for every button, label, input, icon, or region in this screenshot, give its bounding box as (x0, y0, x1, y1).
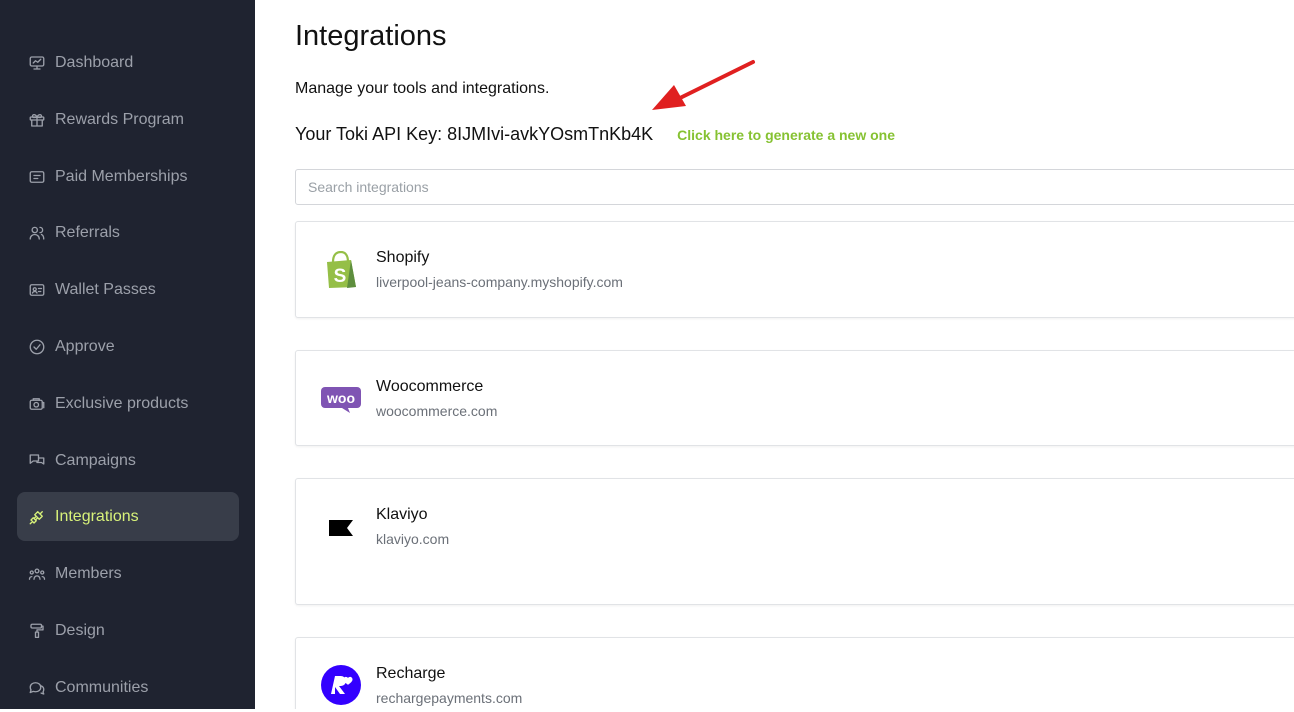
integration-card-woocommerce[interactable]: woo Woocommerce woocommerce.com (295, 350, 1294, 446)
sidebar-item-rewards-program[interactable]: Rewards Program (17, 95, 239, 144)
integration-name: Woocommerce (376, 378, 484, 395)
integration-name: Klaviyo (376, 506, 428, 523)
sidebar-item-campaigns[interactable]: Campaigns (17, 436, 239, 485)
camera-icon (28, 395, 46, 413)
integration-name: Shopify (376, 249, 430, 266)
sidebar-item-label: Members (55, 564, 122, 582)
search-input[interactable] (295, 169, 1294, 205)
api-key-row: Your Toki API Key: 8IJMIvi-avkYOsmTnKb4K… (295, 124, 895, 145)
integration-card-recharge[interactable]: Recharge rechargepayments.com (295, 637, 1294, 709)
sidebar-item-label: Approve (55, 337, 115, 355)
integration-domain: rechargepayments.com (376, 690, 523, 706)
page-subtitle: Manage your tools and integrations. (295, 80, 550, 97)
woocommerce-logo: woo (320, 379, 362, 421)
sidebar: Dashboard Rewards Program Paid Membershi… (0, 0, 255, 709)
id-card-icon (28, 281, 46, 299)
main-content: Integrations Manage your tools and integ… (255, 0, 1294, 709)
page-title: Integrations (295, 20, 447, 52)
sidebar-item-members[interactable]: Members (17, 549, 239, 598)
chats-icon (28, 679, 46, 697)
sidebar-item-paid-memberships[interactable]: Paid Memberships (17, 152, 239, 201)
sidebar-item-dashboard[interactable]: Dashboard (17, 38, 239, 87)
sidebar-item-wallet-passes[interactable]: Wallet Passes (17, 265, 239, 314)
integration-card-shopify[interactable]: S Shopify liverpool-jeans-company.myshop… (295, 221, 1294, 318)
sidebar-item-design[interactable]: Design (17, 606, 239, 655)
sidebar-item-label: Rewards Program (55, 110, 184, 128)
plug-icon (28, 508, 46, 526)
svg-text:woo: woo (326, 390, 355, 406)
gift-icon (28, 111, 46, 129)
sidebar-item-label: Communities (55, 678, 149, 696)
integration-domain: klaviyo.com (376, 531, 450, 547)
recharge-logo (320, 664, 362, 706)
integration-name: Recharge (376, 665, 446, 682)
red-arrow-annotation (652, 60, 755, 110)
sidebar-item-label: Referrals (55, 223, 120, 241)
sidebar-item-label: Campaigns (55, 451, 136, 469)
integration-domain: woocommerce.com (376, 403, 498, 419)
check-circle-icon (28, 338, 46, 356)
sidebar-item-label: Design (55, 621, 105, 639)
integration-card-klaviyo[interactable]: Klaviyo klaviyo.com (295, 478, 1294, 605)
chat-icon (28, 452, 46, 470)
users-icon (28, 224, 46, 242)
sidebar-item-communities[interactable]: Communities (17, 663, 239, 712)
klaviyo-logo (320, 507, 362, 549)
sidebar-item-exclusive-products[interactable]: Exclusive products (17, 379, 239, 428)
sidebar-item-label: Integrations (55, 507, 139, 525)
sidebar-item-label: Exclusive products (55, 394, 189, 412)
group-icon (28, 565, 46, 583)
sidebar-item-label: Dashboard (55, 53, 134, 71)
paint-roller-icon (28, 622, 46, 640)
sidebar-item-approve[interactable]: Approve (17, 322, 239, 371)
sidebar-item-label: Wallet Passes (55, 280, 156, 298)
sidebar-item-label: Paid Memberships (55, 167, 188, 185)
api-key-label: Your Toki API Key: (295, 124, 443, 144)
integration-domain: liverpool-jeans-company.myshopify.com (376, 274, 623, 290)
shopify-logo: S (320, 249, 362, 291)
sidebar-item-referrals[interactable]: Referrals (17, 208, 239, 257)
generate-api-key-link[interactable]: Click here to generate a new one (677, 127, 895, 143)
card-icon (28, 168, 46, 186)
api-key-value: 8IJMIvi-avkYOsmTnKb4K (447, 124, 654, 144)
svg-text:S: S (334, 266, 347, 287)
monitor-icon (28, 54, 46, 72)
sidebar-item-integrations[interactable]: Integrations (17, 492, 239, 541)
